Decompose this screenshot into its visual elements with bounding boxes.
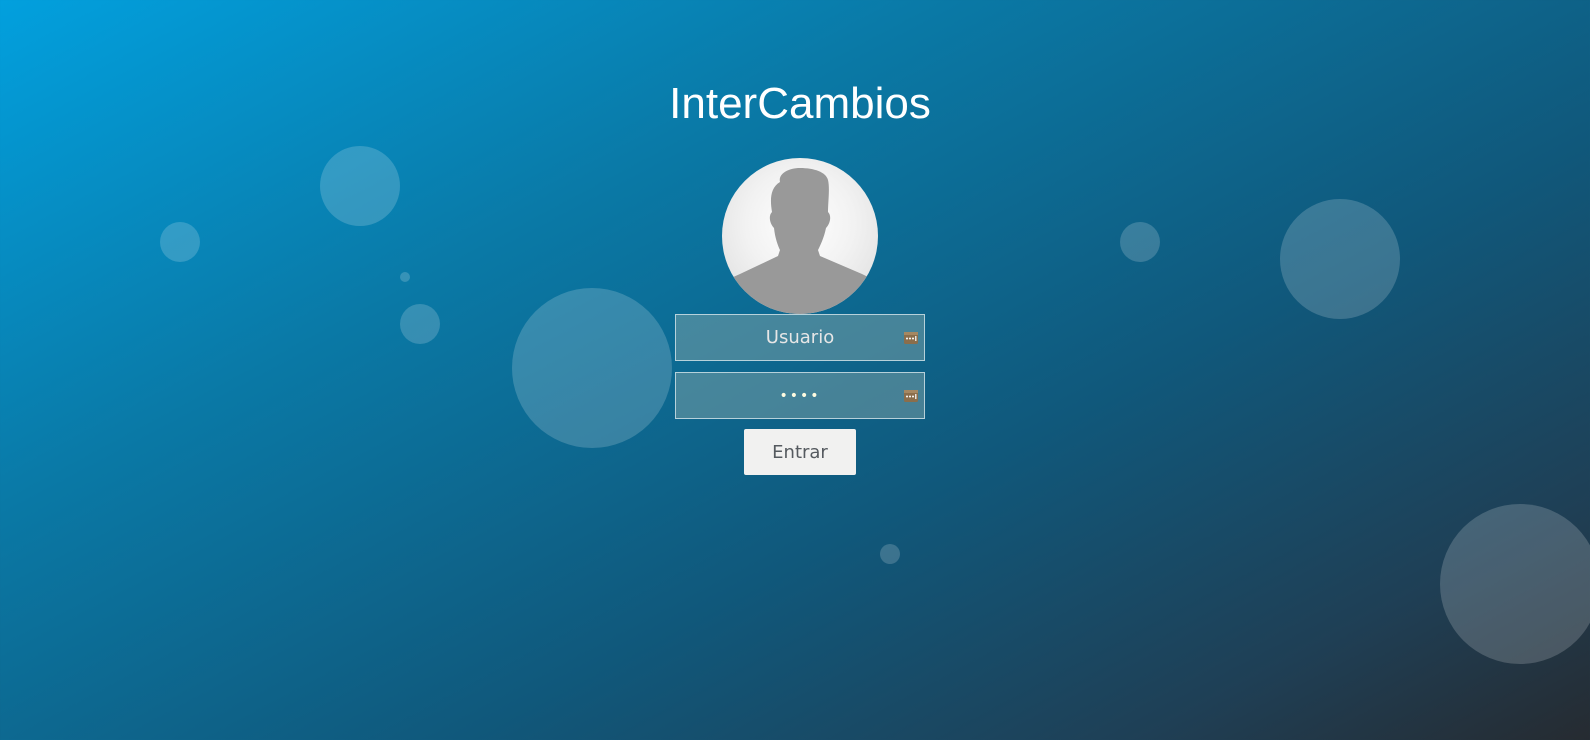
background-bubble (400, 304, 440, 344)
login-button[interactable]: Entrar (744, 429, 856, 475)
background-bubble (880, 544, 900, 564)
background-bubble (512, 288, 672, 448)
background-bubble (1280, 199, 1400, 319)
app-title: InterCambios (669, 79, 931, 128)
background-bubble (400, 272, 410, 282)
password-input[interactable] (676, 373, 924, 418)
user-silhouette-icon (722, 158, 878, 314)
background-bubble (320, 146, 400, 226)
username-field[interactable] (675, 314, 925, 361)
username-input[interactable] (676, 315, 924, 360)
password-manager-key-icon[interactable] (904, 331, 918, 344)
background-bubble (160, 222, 200, 262)
background-bubble (1440, 504, 1590, 664)
background-bubble (1120, 222, 1160, 262)
password-field[interactable] (675, 372, 925, 419)
password-manager-key-icon[interactable] (904, 389, 918, 402)
